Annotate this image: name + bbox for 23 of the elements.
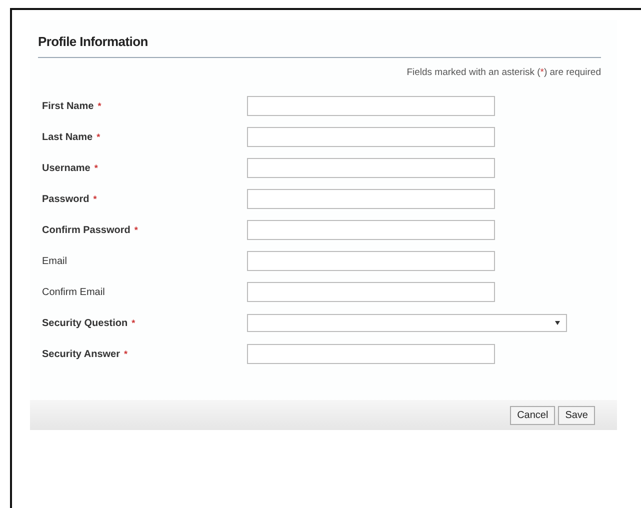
- field-label: Confirm Password *: [42, 224, 139, 236]
- save-button[interactable]: Save: [558, 406, 595, 424]
- field-label: Security Question *: [42, 318, 136, 328]
- input-field[interactable]: [247, 189, 495, 209]
- input-field[interactable]: [247, 344, 495, 364]
- cancel-button[interactable]: Cancel: [510, 406, 556, 424]
- input-field[interactable]: [247, 158, 495, 178]
- input-field[interactable]: [247, 96, 495, 116]
- input-field[interactable]: [247, 282, 495, 302]
- field-label: Confirm Email: [42, 286, 106, 298]
- field-label: Last Name *: [42, 132, 102, 142]
- field-label: Password *: [42, 194, 98, 204]
- input-field[interactable]: [247, 220, 495, 240]
- select-field[interactable]: [247, 314, 567, 332]
- field-label: Security Answer *: [42, 348, 129, 360]
- field-label: Email: [42, 256, 68, 266]
- field-label: Username *: [42, 162, 99, 174]
- dropdown-arrow-icon: [555, 321, 560, 325]
- input-field[interactable]: [247, 251, 495, 271]
- required-note: Fields marked with an asterisk (*) are required: [406, 67, 601, 78]
- input-field[interactable]: [247, 127, 495, 147]
- field-label: First Name *: [42, 100, 102, 112]
- section-title: Profile Information: [38, 34, 601, 58]
